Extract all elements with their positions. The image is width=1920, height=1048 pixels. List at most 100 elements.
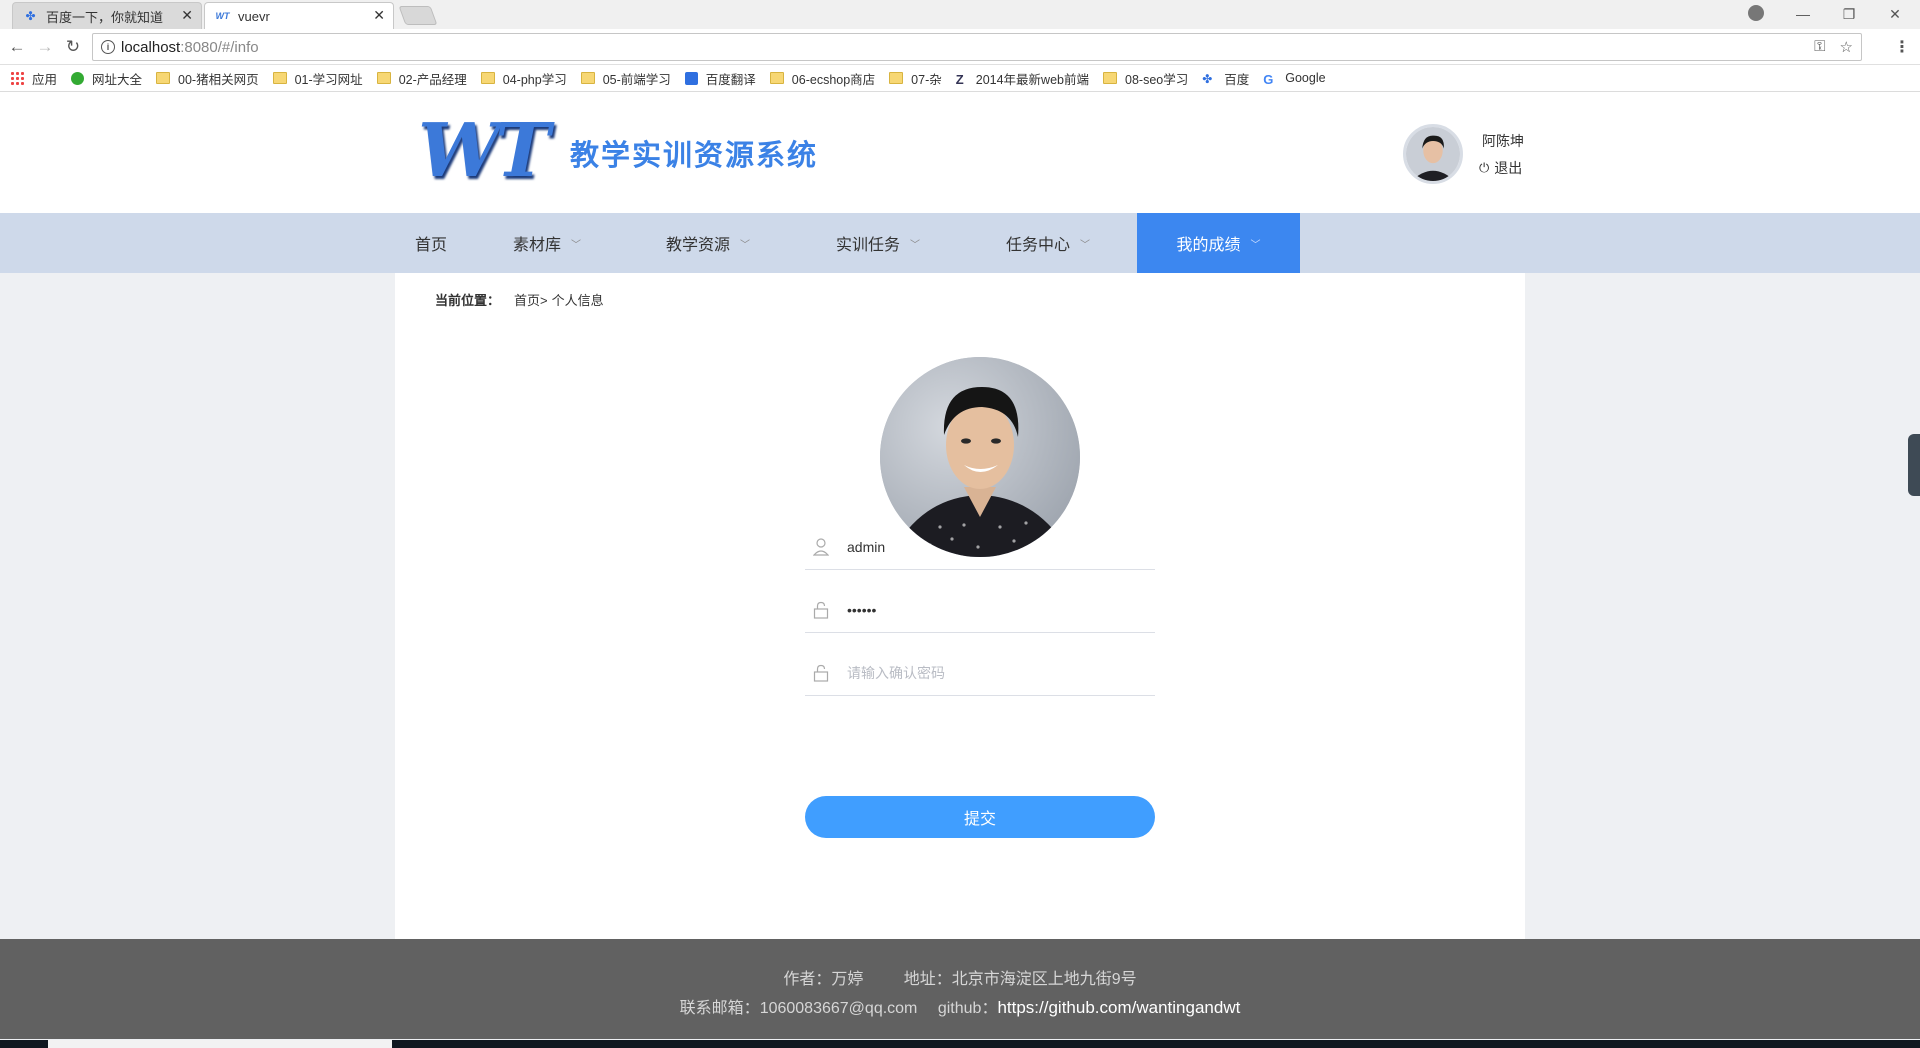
user-icon	[813, 537, 829, 556]
footer-author: 作者：万婷	[783, 971, 864, 988]
nav-label: 任务中心	[1006, 237, 1071, 254]
bookmark-item[interactable]: 02-产品经理	[376, 69, 467, 88]
bookmark-label: 06-ecshop商店	[791, 72, 876, 87]
browser-tabstrip: ✤ 百度一下，你就知道 ✕ WT vuevr ✕ — ❐ ✕	[0, 0, 1920, 29]
nav-label: 首页	[415, 237, 448, 254]
close-icon[interactable]: ✕	[373, 7, 385, 24]
bookmark-item[interactable]: ✤ 百度	[1202, 69, 1249, 88]
bookmark-label: 05-前端学习	[602, 72, 671, 87]
nav-item-task-center[interactable]: 任务中心 ﹀	[1006, 213, 1090, 273]
footer-email: 1060083667@qq.com	[759, 1000, 918, 1017]
bookmark-item[interactable]: 07-杂	[889, 69, 942, 88]
user-avatar[interactable]	[1403, 124, 1463, 184]
logout-label: 退出	[1494, 160, 1523, 176]
bookmark-item[interactable]: 百度翻译	[684, 69, 756, 88]
bookmark-item[interactable]: G Google	[1263, 71, 1326, 87]
folder-icon	[889, 72, 904, 84]
nav-item-training-tasks[interactable]: 实训任务 ﹀	[836, 213, 920, 273]
footer-github-label: github：	[937, 1000, 998, 1017]
bookmark-item[interactable]: 00-猪相关网页	[156, 69, 259, 88]
nav-label: 实训任务	[836, 237, 901, 254]
address-host: localhost	[121, 38, 181, 56]
nav-label: 教学资源	[666, 237, 731, 254]
new-tab-button[interactable]	[398, 6, 438, 25]
nav-label: 素材库	[513, 237, 562, 254]
translate-icon	[684, 71, 698, 85]
back-button[interactable]: ←	[6, 36, 28, 58]
folder-icon	[272, 72, 287, 84]
apps-grid-icon	[10, 71, 24, 85]
bookmark-item[interactable]: 04-php学习	[480, 69, 567, 88]
page: WT 教学实训资源系统 阿陈坤 ⏻ 退出 首页 素材库 ﹀ 教学资源 ﹀ 实训任务 ﹀…	[0, 92, 1920, 1048]
bookmark-item[interactable]: 网址大全	[71, 69, 142, 88]
taskbar-item[interactable]	[48, 1040, 392, 1048]
bookmarks-bar: 应用 网址大全 00-猪相关网页 01-学习网址 02-产品经理 04-php学…	[0, 65, 1920, 92]
username-field	[805, 524, 1155, 570]
star-icon[interactable]: ☆	[1840, 38, 1853, 56]
main-content: 当前位置： 首页> 个人信息 admin •••••• 提交	[395, 273, 1525, 939]
user-portrait-image	[1406, 127, 1460, 181]
bookmark-item[interactable]: 05-前端学习	[580, 69, 671, 88]
confirm-password-input[interactable]	[847, 664, 1127, 681]
bookmark-label: 08-seo学习	[1125, 72, 1189, 87]
lock-icon	[813, 601, 829, 619]
site-footer: 作者：万婷 地址：北京市海淀区上地九街9号 联系邮箱：1060083667@qq…	[0, 939, 1920, 1039]
logout-link[interactable]: ⏻ 退出	[1479, 158, 1522, 178]
bookmark-label: 百度翻译	[705, 72, 756, 87]
bookmark-item[interactable]: Z 2014年最新web前端	[956, 69, 1089, 88]
restore-button[interactable]: ❐	[1826, 2, 1872, 26]
bookmark-label: 网址大全	[92, 72, 143, 87]
user-name: 阿陈坤	[1482, 133, 1524, 149]
bookmark-label: 02-产品经理	[398, 72, 467, 87]
power-icon: ⏻	[1479, 160, 1490, 175]
bookmark-label: Google	[1285, 71, 1326, 85]
browser-menu-icon[interactable]: ⋮	[1894, 37, 1910, 57]
side-drawer-handle[interactable]	[1908, 434, 1920, 496]
bookmark-item[interactable]: 01-学习网址	[272, 69, 363, 88]
account-icon[interactable]	[1748, 5, 1764, 21]
folder-icon	[580, 72, 595, 84]
folder-icon	[1103, 72, 1117, 84]
footer-github-link[interactable]: https://github.com/wantingandwt	[997, 998, 1240, 1017]
bookmark-label: 01-学习网址	[294, 72, 363, 87]
browser-tab-baidu[interactable]: ✤ 百度一下，你就知道 ✕	[12, 2, 202, 29]
submit-button[interactable]: 提交	[805, 796, 1155, 838]
key-icon[interactable]: ⚿	[1814, 38, 1825, 56]
username-input[interactable]	[847, 538, 1127, 555]
site-logo[interactable]: WT	[418, 114, 550, 188]
minimize-button[interactable]: —	[1780, 2, 1826, 26]
bookmark-item[interactable]: 08-seo学习	[1103, 69, 1188, 88]
main-nav: 首页 素材库 ﹀ 教学资源 ﹀ 实训任务 ﹀ 任务中心 ﹀ 我的成绩 ﹀	[0, 213, 1920, 273]
nav-item-materials[interactable]: 素材库 ﹀	[513, 213, 581, 273]
password-input[interactable]	[847, 601, 1127, 618]
bookmark-label: 07-杂	[911, 72, 942, 87]
google-icon: G	[1263, 72, 1274, 87]
z-icon: Z	[955, 72, 964, 87]
password-field	[805, 587, 1155, 633]
bookmark-item[interactable]: 06-ecshop商店	[769, 69, 876, 88]
browser-tab-vuevr[interactable]: WT vuevr ✕	[204, 2, 394, 29]
tab-title: 百度一下，你就知道	[46, 9, 164, 25]
info-icon[interactable]: i	[101, 40, 115, 54]
folder-icon	[156, 72, 171, 84]
lock-icon	[813, 664, 829, 682]
nav-item-teaching-resources[interactable]: 教学资源 ﹀	[666, 213, 750, 273]
close-icon[interactable]: ✕	[181, 7, 193, 24]
chevron-down-icon: ﹀	[910, 239, 921, 251]
site-icon	[71, 71, 85, 85]
nav-item-my-grades[interactable]: 我的成绩 ﹀	[1137, 213, 1300, 273]
bookmark-label: 应用	[32, 72, 58, 87]
reload-button[interactable]: ↻	[62, 36, 84, 58]
window-close-button[interactable]: ✕	[1872, 2, 1918, 26]
bookmark-apps[interactable]: 应用	[10, 69, 57, 88]
baidu-paw-icon: ✤	[1202, 72, 1213, 86]
confirm-password-field	[805, 650, 1155, 696]
forward-button[interactable]: →	[34, 36, 56, 58]
bookmark-label: 百度	[1224, 72, 1250, 87]
bookmark-label: 04-php学习	[502, 72, 567, 87]
breadcrumb-home-link[interactable]: 首页>	[514, 290, 548, 309]
nav-item-home[interactable]: 首页	[415, 213, 447, 273]
address-bar[interactable]: i localhost:8080/#/info ⚿ ☆	[92, 33, 1862, 61]
chevron-down-icon: ﹀	[1080, 239, 1091, 251]
browser-toolbar: ← → ↻ i localhost:8080/#/info ⚿ ☆ ⋮	[0, 29, 1920, 65]
